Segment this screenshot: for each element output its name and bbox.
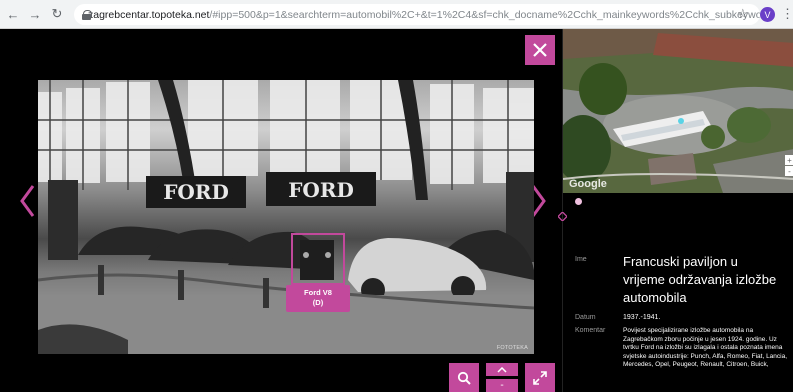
date-label: Datum xyxy=(575,314,596,321)
more-menu-icon[interactable]: ⋮ xyxy=(781,6,793,22)
close-button[interactable] xyxy=(525,35,555,65)
name-label: Ime xyxy=(575,256,587,263)
map-imagery xyxy=(563,29,793,193)
chevron-up-icon xyxy=(497,366,507,373)
photo-credit: FOTOTEKA xyxy=(496,345,528,351)
expand-icon xyxy=(533,370,547,385)
item-date: 1937.-1941. xyxy=(623,314,661,321)
zoom-in-button[interactable] xyxy=(486,363,518,376)
fullscreen-button[interactable] xyxy=(525,363,555,392)
map-provider-logo: Google xyxy=(569,178,607,190)
hotspot-label-code: (D) xyxy=(312,298,324,307)
hotspot-label-button[interactable]: Ford V8 (D) xyxy=(286,285,350,312)
location-pin-icon[interactable] xyxy=(575,198,582,205)
url-host: zagrebcentar.topoteka.net xyxy=(88,8,210,21)
historical-photo: FORD FORD Ford V8 (D) FOTOTEKA xyxy=(38,80,534,354)
map-zoom-out[interactable]: - xyxy=(785,166,793,176)
zoom-out-button[interactable]: - xyxy=(486,379,518,392)
profile-avatar[interactable]: V xyxy=(760,7,775,22)
search-button[interactable] xyxy=(449,363,479,392)
map-zoom-in[interactable]: + xyxy=(785,155,793,165)
search-icon xyxy=(457,371,471,385)
previous-arrow-icon[interactable] xyxy=(19,184,35,218)
hotspot-label-title: Ford V8 xyxy=(304,288,332,297)
satellite-map[interactable]: Google + - xyxy=(563,29,793,193)
details-panel: Google + - Ime Francuski paviljon u vrij… xyxy=(558,29,793,392)
close-icon xyxy=(533,43,547,57)
ford-sign-right: FORD xyxy=(288,178,354,202)
reload-icon[interactable]: ↻ xyxy=(48,5,66,23)
item-title: Francuski paviljon u vrijeme održavanja … xyxy=(623,254,777,305)
bookmark-star-icon[interactable]: ☆ xyxy=(737,6,749,22)
browser-toolbar: ← → ↻ zagrebcentar.topoteka.net/#ipp=500… xyxy=(0,0,793,29)
photo-viewer: FORD FORD Ford V8 (D) FOTOTEKA - xyxy=(0,29,562,392)
ford-sign-left: FORD xyxy=(163,180,229,204)
photo-illustration: FORD FORD xyxy=(38,80,534,354)
comment-label: Komentar xyxy=(575,327,606,334)
address-bar[interactable]: zagrebcentar.topoteka.net/#ipp=500&p=1&s… xyxy=(74,4,760,25)
url-text: zagrebcentar.topoteka.net/#ipp=500&p=1&s… xyxy=(88,9,760,21)
metadata-list: Ime Francuski paviljon u vrijeme održava… xyxy=(563,209,793,392)
forward-arrow-icon[interactable]: → xyxy=(26,5,44,23)
item-comment: Povijest specijalizirane izložbe automob… xyxy=(623,327,788,369)
url-path: /#ipp=500&p=1&searchterm=automobil%2C+&t… xyxy=(209,8,760,21)
back-arrow-icon[interactable]: ← xyxy=(4,5,22,23)
photo-hotspot-frame[interactable] xyxy=(291,233,345,285)
